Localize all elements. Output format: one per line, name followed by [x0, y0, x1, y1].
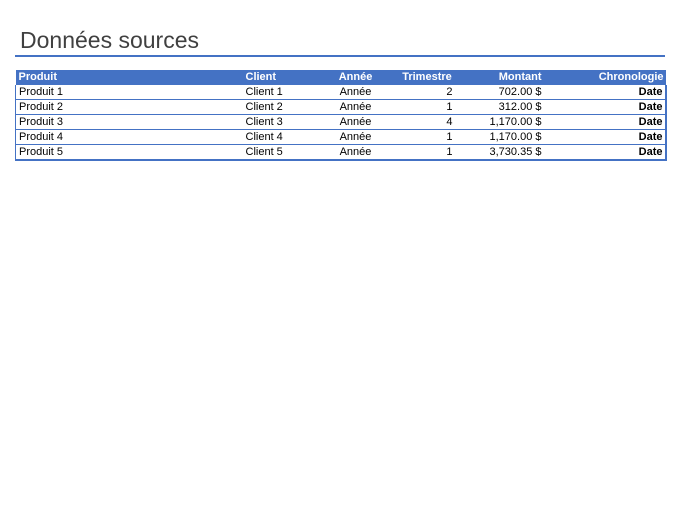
header-trimestre[interactable]: Trimestre [387, 70, 466, 85]
cell-produit[interactable]: Produit 4 [15, 129, 239, 145]
worksheet: Données sources Produit Client Année Tri… [0, 0, 675, 520]
cell-chronologie[interactable]: Date [570, 85, 667, 100]
cell-produit[interactable]: Produit 5 [15, 144, 239, 161]
cell-montant[interactable]: 702.00 $ [465, 85, 571, 100]
header-chronologie[interactable]: Chronologie [570, 70, 666, 85]
cell-annee[interactable]: Année [322, 129, 388, 145]
table-row: Produit 5 Client 5 Année 1 3,730.35 $ Da… [15, 144, 667, 161]
cell-annee[interactable]: Année [322, 144, 388, 161]
header-produit[interactable]: Produit [15, 70, 239, 85]
cell-montant[interactable]: 3,730.35 $ [465, 144, 571, 161]
page-title: Données sources [20, 27, 199, 53]
cell-annee[interactable]: Année [322, 85, 388, 100]
cell-trimestre[interactable]: 1 [387, 144, 466, 161]
cell-chronologie[interactable]: Date [570, 114, 667, 130]
source-data-table: Produit Client Année Trimestre Montant C… [15, 70, 667, 161]
cell-trimestre[interactable]: 4 [387, 114, 466, 130]
cell-trimestre[interactable]: 2 [387, 85, 466, 100]
cell-trimestre[interactable]: 1 [387, 129, 466, 145]
cell-annee[interactable]: Année [322, 114, 388, 130]
cell-montant[interactable]: 1,170.00 $ [465, 114, 571, 130]
cell-produit[interactable]: Produit 2 [15, 99, 239, 115]
cell-chronologie[interactable]: Date [570, 144, 667, 161]
header-annee[interactable]: Année [322, 70, 388, 85]
cell-annee[interactable]: Année [322, 99, 388, 115]
table-row: Produit 1 Client 1 Année 2 702.00 $ Date [15, 85, 667, 100]
cell-chronologie[interactable]: Date [570, 99, 667, 115]
cell-client[interactable]: Client 4 [238, 129, 323, 145]
cell-client[interactable]: Client 1 [238, 85, 323, 100]
table-row: Produit 2 Client 2 Année 1 312.00 $ Date [15, 99, 667, 115]
cell-chronologie[interactable]: Date [570, 129, 667, 145]
cell-client[interactable]: Client 5 [238, 144, 323, 161]
cell-montant[interactable]: 1,170.00 $ [465, 129, 571, 145]
title-underline [15, 55, 665, 57]
table-row: Produit 3 Client 3 Année 4 1,170.00 $ Da… [15, 114, 667, 130]
cell-client[interactable]: Client 2 [238, 99, 323, 115]
table-header-row: Produit Client Année Trimestre Montant C… [15, 70, 666, 85]
table-row: Produit 4 Client 4 Année 1 1,170.00 $ Da… [15, 129, 667, 145]
cell-produit[interactable]: Produit 3 [15, 114, 239, 130]
cell-client[interactable]: Client 3 [238, 114, 323, 130]
cell-produit[interactable]: Produit 1 [15, 85, 239, 100]
cell-montant[interactable]: 312.00 $ [465, 99, 571, 115]
header-montant[interactable]: Montant [465, 70, 571, 85]
cell-trimestre[interactable]: 1 [387, 99, 466, 115]
header-client[interactable]: Client [238, 70, 323, 85]
